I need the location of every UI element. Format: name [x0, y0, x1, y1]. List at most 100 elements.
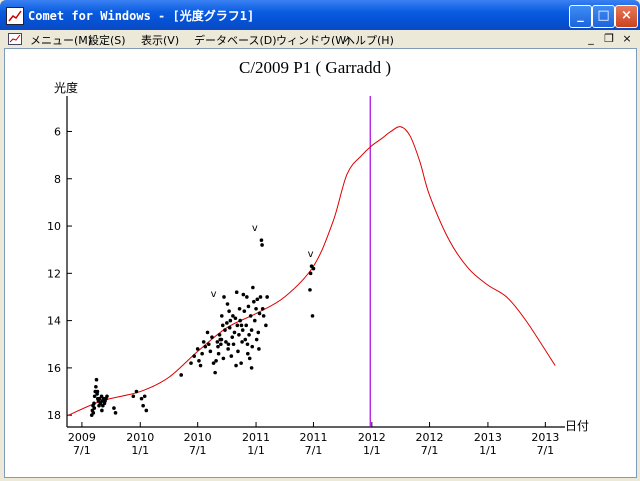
observation-point [228, 318, 233, 323]
x-tick-year-label: 2010 [184, 431, 212, 444]
observation-point [236, 349, 240, 354]
x-tick-year-label: 2011 [242, 431, 270, 444]
observation-point [206, 342, 211, 347]
observation-point [232, 330, 237, 335]
observation-point [197, 359, 201, 363]
observation-point [203, 344, 208, 349]
observation-point [179, 373, 183, 377]
observation-point [214, 359, 218, 363]
observation-point [260, 243, 264, 247]
observation-point [226, 347, 230, 351]
observation-point [112, 406, 116, 410]
menu-bar: メニュー(M) 設定(S) 表示(V) データベース(D) ウィンドウ(W) ヘ… [2, 30, 638, 48]
minimize-button[interactable]: _ [569, 5, 592, 28]
x-tick-date-label: 7/1 [189, 444, 207, 457]
x-tick-date-label: 7/1 [536, 444, 554, 457]
observation-point [229, 354, 234, 358]
app-icon[interactable] [6, 7, 24, 25]
observation-flag-label: v [252, 223, 258, 234]
observation-point [245, 295, 249, 299]
observation-point [141, 403, 145, 408]
observation-point [239, 361, 243, 365]
observation-point [216, 351, 221, 356]
x-axis-label: 日付 [565, 419, 589, 433]
x-tick-date-label: 1/1 [479, 444, 497, 457]
observation-point [217, 332, 222, 337]
x-tick-date-label: 7/1 [73, 444, 91, 457]
observation-point [227, 325, 232, 330]
observation-point [243, 337, 248, 342]
chart-title: C/2009 P1 ( Garradd ) [239, 58, 391, 77]
observation-point [250, 344, 255, 349]
x-tick-year-label: 2013 [531, 431, 559, 444]
mdi-close-button[interactable]: × [620, 32, 634, 46]
observation-point [257, 311, 262, 316]
observation-point [105, 394, 109, 399]
observation-point [234, 290, 239, 295]
y-tick-label: 6 [54, 125, 61, 138]
observation-point [95, 389, 100, 394]
menu-settings[interactable]: 設定(S) [88, 32, 126, 48]
observation-point [92, 401, 96, 406]
observation-point [192, 354, 196, 358]
observation-point [235, 323, 240, 328]
document-chart-icon[interactable] [8, 33, 22, 45]
menu-help[interactable]: ヘルプ(H) [344, 32, 394, 48]
observation-point [245, 342, 250, 347]
y-tick-label: 16 [47, 362, 61, 375]
observation-flag-label: v [308, 249, 314, 260]
observation-point [254, 337, 259, 342]
x-tick-date-label: 1/1 [131, 444, 149, 457]
menu-window[interactable]: ウィンドウ(W) [276, 32, 350, 48]
y-tick-label: 14 [47, 315, 61, 328]
observation-point [200, 351, 204, 356]
observation-point [139, 396, 144, 401]
chart-icon [8, 10, 22, 22]
observation-point [238, 318, 242, 323]
observation-point [198, 363, 203, 368]
mdi-restore-button[interactable]: ❐ [602, 32, 616, 46]
observation-point [92, 406, 97, 410]
observation-point [91, 411, 96, 415]
mdi-minimize-button[interactable]: _ [584, 32, 598, 46]
y-axis-label: 光度 [54, 80, 78, 95]
x-tick-date-label: 1/1 [363, 444, 381, 457]
curve-layer [68, 96, 556, 427]
observation-point [219, 342, 223, 347]
menu-database[interactable]: データベース(D) [194, 32, 277, 48]
observation-point [265, 295, 269, 299]
observation-point [252, 299, 256, 304]
observation-point [205, 330, 210, 335]
observation-point [222, 295, 226, 299]
x-tick-year-label: 2010 [126, 431, 154, 444]
observation-point [227, 309, 231, 313]
observation-point [256, 330, 261, 335]
points-layer: v v v [89, 223, 316, 417]
observation-point [249, 366, 254, 370]
observation-point [94, 385, 98, 389]
x-tick-year-label: 2011 [299, 431, 327, 444]
title-bar[interactable]: Comet for Windows - [光度グラフ1] _ □ × [0, 0, 640, 30]
observation-point [134, 389, 139, 394]
observation-point [247, 332, 251, 337]
observation-point [144, 408, 149, 413]
observation-point [231, 342, 236, 347]
x-tick-date-label: 7/1 [305, 444, 323, 457]
y-tick-label: 12 [47, 267, 61, 280]
observation-point [255, 297, 260, 302]
observation-point [308, 271, 313, 276]
close-button[interactable]: × [615, 5, 638, 28]
magnitude-curve [68, 126, 556, 416]
observation-point [260, 306, 265, 311]
observation-point [252, 318, 257, 323]
x-tick-year-label: 2012 [416, 431, 444, 444]
menu-view[interactable]: 表示(V) [141, 32, 179, 48]
observation-point [131, 394, 136, 399]
x-tick-date-label: 7/1 [421, 444, 439, 457]
observation-point [201, 340, 206, 344]
maximize-button[interactable]: □ [592, 5, 615, 28]
observation-point [246, 304, 251, 309]
observation-point [264, 323, 268, 328]
observation-point [249, 328, 254, 332]
menu-menu[interactable]: メニュー(M) [30, 32, 92, 48]
